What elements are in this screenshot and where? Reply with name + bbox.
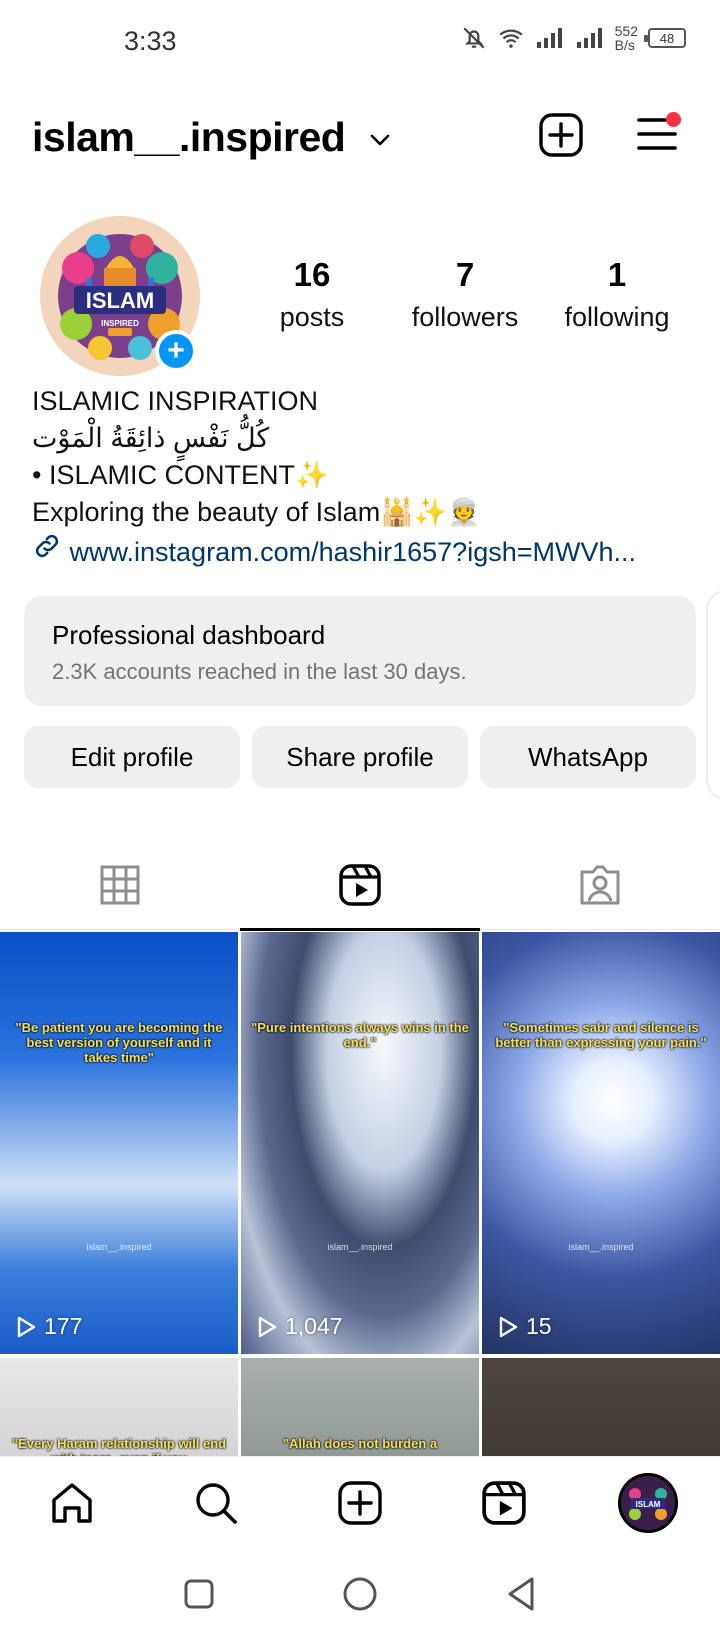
play-icon [258, 1316, 277, 1337]
add-story-icon[interactable]: + [155, 330, 197, 372]
svg-text:ISLAM: ISLAM [636, 1500, 661, 1509]
play-icon [17, 1316, 36, 1337]
profile-avatar[interactable]: ISLAM INSPIRED + [40, 216, 200, 376]
nav-home[interactable] [0, 1457, 144, 1549]
tab-grid[interactable] [0, 840, 240, 930]
avatar-logo-subtext: INSPIRED [101, 319, 139, 328]
posts-count: 16 [293, 256, 331, 293]
nav-reels[interactable] [432, 1457, 576, 1549]
reel-views: 1,047 [257, 1313, 343, 1340]
grid-icon [100, 865, 140, 905]
system-nav-bar [0, 1548, 720, 1640]
circle-icon[interactable] [341, 1575, 379, 1613]
signal-icon [536, 28, 562, 48]
stat-followers[interactable]: 7 followers [400, 256, 530, 333]
profile-header: islam__.inspired [0, 100, 720, 180]
status-time: 3:33 [124, 26, 177, 56]
avatar-logo-text: ISLAM [86, 288, 154, 313]
bio-line-2: Exploring the beauty of Islam🕌✨👳 [32, 497, 482, 527]
status-icons: 552 B/s 48 [461, 24, 686, 52]
tab-reels[interactable] [240, 840, 480, 931]
search-icon [196, 1483, 237, 1524]
reel-watermark: islam__.inspired [327, 1242, 393, 1252]
username[interactable]: islam__.inspired [32, 114, 346, 161]
reel-views: 15 [498, 1313, 552, 1340]
reels-icon [339, 864, 381, 906]
reel-item[interactable]: "Allah does not burden a [241, 1358, 479, 1456]
followers-label: followers [411, 302, 519, 332]
reel-caption: "Pure intentions always wins in the end.… [251, 1020, 469, 1050]
reel-caption: "Sometimes sabr and silence is better th… [495, 1020, 707, 1050]
professional-dashboard[interactable]: Professional dashboard 2.3K accounts rea… [24, 596, 696, 706]
profile-actions: Edit profile Share profile WhatsApp [24, 726, 696, 788]
wifi-icon [499, 29, 523, 48]
reel-item[interactable]: "Pure intentions always wins in the end.… [241, 932, 479, 1354]
reel-item[interactable] [482, 1358, 720, 1456]
reel-watermark: islam__.inspired [568, 1242, 634, 1252]
tagged-icon [580, 865, 620, 905]
reels-grid: "Be patient you are becoming the best ve… [0, 932, 720, 1456]
signal-icon-2 [576, 28, 602, 48]
reel-caption: "Allah does not burden a [282, 1436, 438, 1451]
back-icon[interactable] [504, 1575, 538, 1613]
suggestions-peek [706, 590, 720, 800]
create-icon [338, 1481, 382, 1525]
status-bar: 3:33 552 B/s 48 [0, 0, 720, 80]
play-icon [499, 1316, 518, 1337]
bio-arabic: كُلُّ نَفْسٍ ذائِقَةُ الْمَوْت [32, 423, 270, 453]
bio-line-1: • ISLAMIC CONTENT✨ [32, 460, 329, 490]
net-speed: 552 B/s [614, 23, 638, 53]
nav-search[interactable] [144, 1457, 288, 1549]
nav-profile[interactable]: ISLAM [576, 1457, 720, 1549]
content-tabs [0, 840, 720, 931]
link-icon [35, 534, 59, 558]
following-count: 1 [607, 256, 627, 293]
reel-caption: "Every Haram relationship will end with … [11, 1436, 227, 1456]
followers-count: 7 [455, 256, 475, 293]
whatsapp-button[interactable]: WhatsApp [480, 726, 696, 788]
mute-bell-icon [463, 27, 485, 49]
reels-nav-icon [482, 1481, 526, 1525]
dashboard-subtitle: 2.3K accounts reached in the last 30 day… [52, 659, 467, 684]
stat-posts[interactable]: 16 posts [262, 256, 362, 333]
add-post-icon[interactable] [538, 112, 584, 158]
posts-label: posts [279, 302, 345, 332]
nav-avatar: ISLAM [618, 1473, 678, 1533]
reel-item[interactable]: "Every Haram relationship will end with … [0, 1358, 238, 1456]
share-profile-button[interactable]: Share profile [252, 726, 468, 788]
bio-link-text: www.instagram.com/hashir1657?igsh=MWVh..… [69, 537, 637, 567]
edit-profile-button[interactable]: Edit profile [24, 726, 240, 788]
chevron-down-icon[interactable] [368, 130, 392, 150]
display-name: ISLAMIC INSPIRATION [32, 386, 319, 416]
reel-caption: "Be patient you are becoming the best ve… [15, 1020, 223, 1065]
profile-bio: ISLAMIC INSPIRATION كُلُّ نَفْسٍ ذائِقَة… [32, 383, 692, 571]
nav-avatar-logo: ISLAM [621, 1476, 675, 1530]
square-icon[interactable] [182, 1577, 216, 1611]
tab-tagged[interactable] [480, 840, 720, 930]
bottom-nav: ISLAM [0, 1456, 720, 1548]
dashboard-title: Professional dashboard [52, 620, 326, 650]
reel-views: 177 [16, 1313, 82, 1340]
nav-create[interactable] [288, 1457, 432, 1549]
bio-link[interactable]: www.instagram.com/hashir1657?igsh=MWVh..… [32, 531, 692, 571]
battery-icon: 48 [644, 28, 686, 48]
following-label: following [564, 302, 670, 332]
reel-watermark: islam__.inspired [86, 1242, 152, 1252]
reel-item[interactable]: "Sometimes sabr and silence is better th… [482, 932, 720, 1354]
home-icon [52, 1483, 92, 1523]
notification-dot [666, 112, 681, 127]
stat-following[interactable]: 1 following [552, 256, 682, 333]
reel-item[interactable]: "Be patient you are becoming the best ve… [0, 932, 238, 1354]
